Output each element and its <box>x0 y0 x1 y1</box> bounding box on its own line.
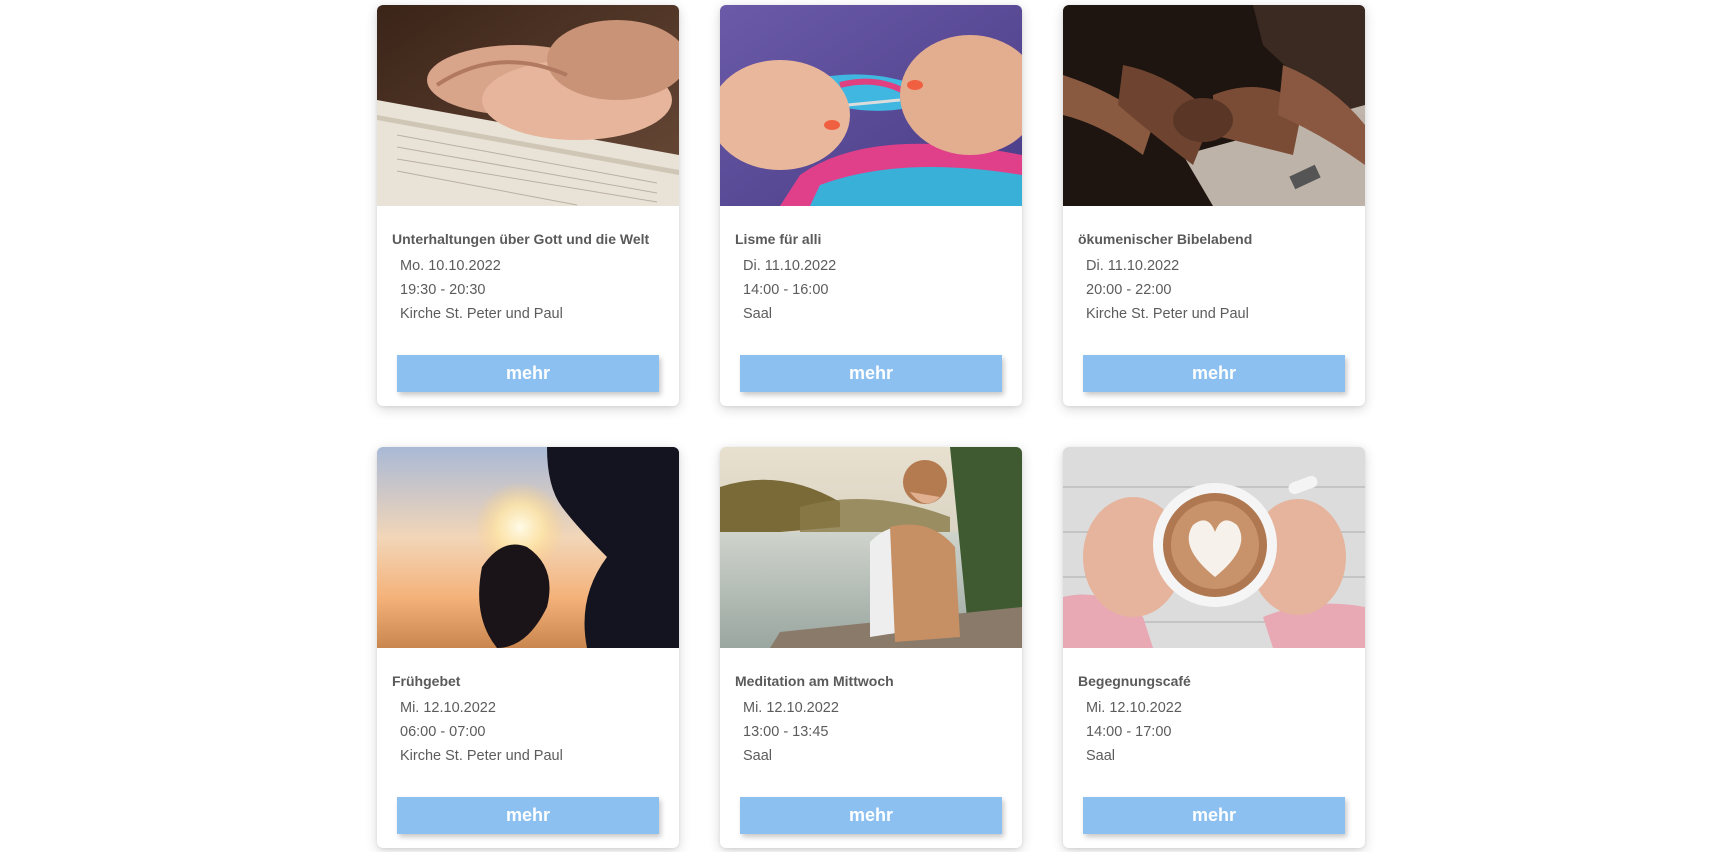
event-image-sunrise-prayer <box>377 447 679 648</box>
event-time: 20:00 - 22:00 <box>1086 282 1172 298</box>
event-title: Frühgebet <box>392 673 461 689</box>
event-title: Lisme für alli <box>735 231 822 247</box>
event-date: Di. 11.10.2022 <box>743 258 837 274</box>
event-date: Mi. 12.10.2022 <box>743 700 839 716</box>
event-time: 06:00 - 07:00 <box>400 724 486 740</box>
event-date: Mi. 12.10.2022 <box>400 700 496 716</box>
event-location: Saal <box>743 306 773 322</box>
event-location: Saal <box>1086 748 1116 764</box>
event-time: 14:00 - 17:00 <box>1086 724 1172 740</box>
event-location: Kirche St. Peter und Paul <box>400 748 563 764</box>
event-card: Meditation am Mittwoch Mi. 12.10.2022 13… <box>720 447 1022 848</box>
event-location: Kirche St. Peter und Paul <box>400 306 563 322</box>
event-time: 19:30 - 20:30 <box>400 282 486 298</box>
event-title: Begegnungscafé <box>1078 673 1191 689</box>
event-card: Begegnungscafé Mi. 12.10.2022 14:00 - 17… <box>1063 447 1365 848</box>
event-date: Mi. 12.10.2022 <box>1086 700 1182 716</box>
event-grid: Unterhaltungen über Gott und die Welt Mo… <box>377 5 1365 848</box>
more-button[interactable]: mehr <box>740 797 1002 834</box>
event-image-holding-hands <box>1063 5 1365 206</box>
event-location: Kirche St. Peter und Paul <box>1086 306 1249 322</box>
event-date: Mo. 10.10.2022 <box>400 258 501 274</box>
more-button[interactable]: mehr <box>1083 355 1345 392</box>
more-button[interactable]: mehr <box>397 797 659 834</box>
event-image-latte <box>1063 447 1365 648</box>
event-title: Meditation am Mittwoch <box>735 673 894 689</box>
more-button[interactable]: mehr <box>1083 797 1345 834</box>
event-image-lake-backpack <box>720 447 1022 648</box>
more-button[interactable]: mehr <box>397 355 659 392</box>
event-date: Di. 11.10.2022 <box>1086 258 1180 274</box>
event-card: Unterhaltungen über Gott und die Welt Mo… <box>377 5 679 406</box>
event-time: 13:00 - 13:45 <box>743 724 829 740</box>
event-title: Unterhaltungen über Gott und die Welt <box>392 231 650 247</box>
event-image-knitting <box>720 5 1022 206</box>
event-location: Saal <box>743 748 773 764</box>
event-card: ökumenischer Bibelabend Di. 11.10.2022 2… <box>1063 5 1365 406</box>
event-card: Lisme für alli Di. 11.10.2022 14:00 - 16… <box>720 5 1022 406</box>
more-button[interactable]: mehr <box>740 355 1002 392</box>
event-time: 14:00 - 16:00 <box>743 282 829 298</box>
event-image-bible-hands <box>377 5 679 206</box>
event-card: Frühgebet Mi. 12.10.2022 06:00 - 07:00 K… <box>377 447 679 848</box>
event-title: ökumenischer Bibelabend <box>1078 231 1253 247</box>
